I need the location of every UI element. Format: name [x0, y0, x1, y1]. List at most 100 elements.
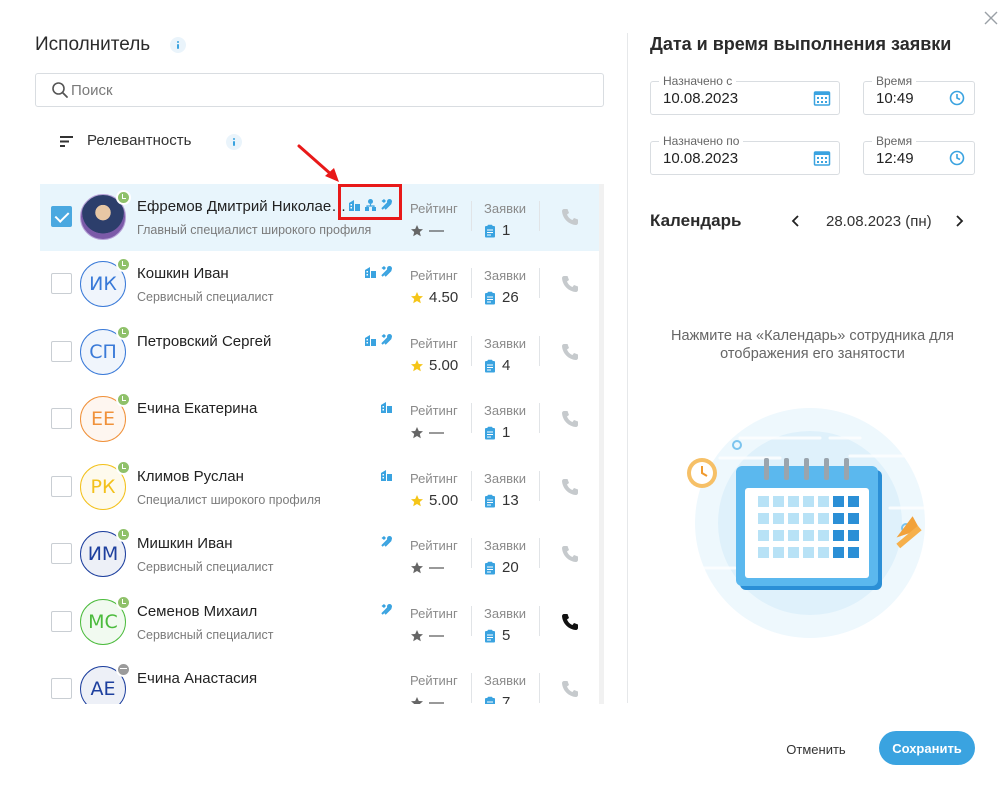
phone-icon[interactable] — [560, 409, 580, 429]
executor-name[interactable]: Ечина Екатерина — [137, 400, 257, 417]
building-icon — [365, 335, 376, 346]
date-from-value: 10.08.2023 — [663, 90, 739, 107]
clipboard-icon — [485, 224, 495, 237]
clipboard-icon — [485, 359, 495, 372]
executor-name[interactable]: Ечина Анастасия — [137, 670, 257, 687]
executor-row[interactable]: РК Климов Руслан Специалист широкого профи… — [40, 454, 599, 521]
clipboard-icon — [485, 494, 495, 507]
divider — [539, 403, 540, 433]
rating-header: Рейтинг — [410, 268, 458, 283]
divider — [471, 403, 472, 433]
executor-row[interactable]: АЕ Ечина Анастасия Рейтинг — Заявки 7 — [40, 656, 599, 704]
search-box[interactable] — [35, 73, 604, 107]
executor-name[interactable]: Ефремов Дмитрий Николае… — [137, 198, 346, 215]
orders-text: 20 — [502, 559, 519, 576]
orders-value: 20 — [484, 559, 519, 576]
sort-label[interactable]: Релевантность — [87, 132, 191, 149]
executor-name[interactable]: Семенов Михаил — [137, 603, 257, 620]
select-checkbox[interactable] — [51, 206, 72, 227]
star-icon — [411, 359, 423, 371]
annotation-arrow-icon — [297, 144, 339, 182]
avatar-initials: ИМ — [87, 543, 119, 565]
sort-info-icon[interactable] — [226, 134, 242, 150]
time-to-field[interactable]: Время 12:49 — [863, 134, 975, 175]
orders-value: 26 — [484, 289, 519, 306]
phone-icon[interactable] — [560, 679, 580, 699]
schedule-title: Дата и время выполнения заявки — [650, 34, 952, 54]
executor-row[interactable]: СП Петровский Сергей Рейтинг 5.00 Заявки 4 — [40, 319, 599, 386]
divider — [471, 268, 472, 298]
orders-header: Заявки — [484, 606, 526, 621]
time-to-value: 12:49 — [876, 150, 914, 167]
calendar-icon[interactable] — [813, 149, 831, 167]
executor-name[interactable]: Климов Руслан — [137, 468, 244, 485]
clock-icon[interactable] — [948, 89, 966, 107]
chevron-right-icon[interactable] — [950, 212, 968, 230]
rating-text: 5.00 — [429, 357, 459, 374]
rating-text: — — [429, 694, 444, 704]
orders-header: Заявки — [484, 538, 526, 553]
chevron-left-icon[interactable] — [787, 212, 805, 230]
select-checkbox[interactable] — [51, 408, 72, 429]
divider — [471, 538, 472, 568]
phone-icon[interactable] — [560, 477, 580, 497]
tools-icon — [381, 536, 392, 547]
orders-value: 1 — [484, 424, 510, 441]
time-from-label: Время — [872, 74, 917, 88]
cancel-button[interactable]: Отменить — [777, 736, 855, 762]
phone-icon[interactable] — [560, 207, 580, 227]
executor-row[interactable]: ИМ Мишкин Иван Сервисный специалист Рейтинг… — [40, 521, 599, 588]
star-icon — [411, 561, 423, 573]
executor-row[interactable]: Ефремов Дмитрий Николае… Главный специали… — [40, 184, 599, 251]
orders-header: Заявки — [484, 268, 526, 283]
avatar-initials: ЕЕ — [90, 408, 115, 430]
orders-header: Заявки — [484, 673, 526, 688]
rating-header: Рейтинг — [410, 403, 458, 418]
executor-name[interactable]: Петровский Сергей — [137, 333, 271, 350]
calendar-icon[interactable] — [813, 89, 831, 107]
divider — [539, 538, 540, 568]
time-from-field[interactable]: Время 10:49 — [863, 74, 975, 115]
executor-row[interactable]: ЕЕ Ечина Екатерина Рейтинг — Заявки 1 — [40, 386, 599, 453]
phone-icon[interactable] — [560, 274, 580, 294]
tools-icon — [381, 334, 392, 345]
select-checkbox[interactable] — [51, 273, 72, 294]
divider — [471, 606, 472, 636]
search-input[interactable] — [71, 74, 591, 106]
phone-icon[interactable] — [560, 544, 580, 564]
rating-header: Рейтинг — [410, 673, 458, 688]
executor-name[interactable]: Мишкин Иван — [137, 535, 233, 552]
sort-button[interactable] — [59, 131, 75, 151]
rating-value: — — [410, 694, 444, 704]
skills — [364, 265, 393, 278]
executor-name[interactable]: Кошкин Иван — [137, 265, 229, 282]
executor-row[interactable]: МС Семенов Михаил Сервисный специалист Рейт… — [40, 589, 599, 656]
save-button[interactable]: Сохранить — [879, 731, 975, 765]
divider — [539, 336, 540, 366]
rating-value: — — [410, 559, 444, 576]
phone-icon[interactable] — [560, 342, 580, 362]
star-icon — [411, 629, 423, 641]
status-indicator — [116, 460, 131, 475]
select-checkbox[interactable] — [51, 611, 72, 632]
star-icon — [411, 426, 423, 438]
select-checkbox[interactable] — [51, 678, 72, 699]
rating-value: — — [410, 222, 444, 239]
executor-row[interactable]: ИК Кошкин Иван Сервисный специалист Рейтинг… — [40, 251, 599, 318]
executor-role: Главный специалист широкого профиля — [137, 223, 372, 237]
select-checkbox[interactable] — [51, 476, 72, 497]
select-checkbox[interactable] — [51, 543, 72, 564]
date-from-field[interactable]: Назначено с 10.08.2023 — [650, 74, 840, 115]
rating-value: 4.50 — [410, 289, 458, 306]
close-icon[interactable] — [984, 11, 998, 25]
date-to-field[interactable]: Назначено по 10.08.2023 — [650, 134, 840, 175]
phone-icon[interactable] — [560, 612, 580, 632]
list-scrollbar[interactable] — [599, 184, 604, 704]
info-icon[interactable] — [170, 37, 186, 53]
rating-header: Рейтинг — [410, 606, 458, 621]
tools-icon — [381, 604, 392, 615]
executor-role: Сервисный специалист — [137, 628, 274, 642]
select-checkbox[interactable] — [51, 341, 72, 362]
clock-icon[interactable] — [948, 149, 966, 167]
skills — [380, 468, 393, 481]
